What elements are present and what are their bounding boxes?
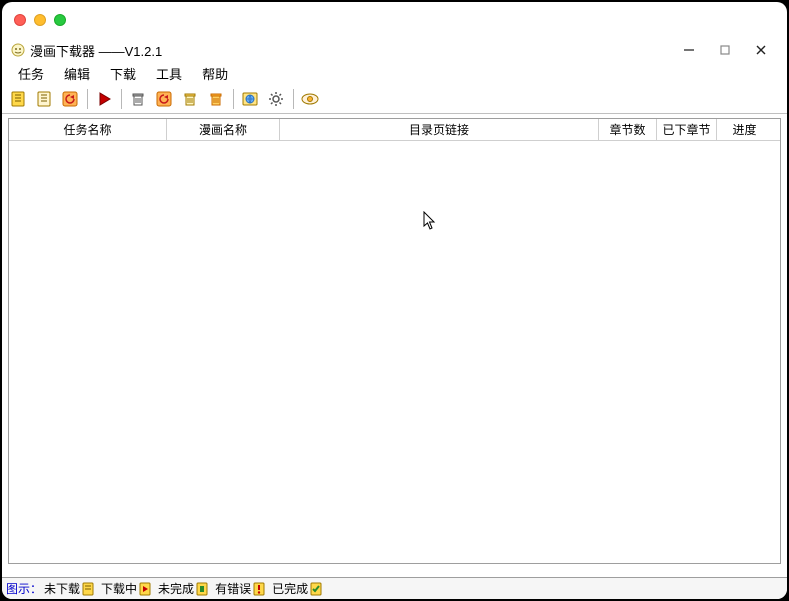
preview-button[interactable] (298, 87, 322, 111)
table-body[interactable] (9, 141, 780, 563)
task-list-button[interactable] (32, 87, 56, 111)
mac-minimize-button[interactable] (34, 14, 46, 26)
delete-button[interactable] (126, 87, 150, 111)
statusbar: 图示： 未下载 下载中 未完成 有错误 已完成 (2, 577, 787, 599)
refresh-button[interactable] (58, 87, 82, 111)
add-task-button[interactable] (6, 87, 30, 111)
legend-incomplete: 未完成 (158, 580, 209, 597)
mac-close-button[interactable] (14, 14, 26, 26)
legend-error: 有错误 (215, 580, 266, 597)
col-catalog-link[interactable]: 目录页链接 (280, 119, 599, 140)
toolbar-separator (230, 87, 236, 111)
app-window: 漫画下载器 ——V1.2.1 任务 编辑 下载 工具 帮助 (2, 2, 787, 599)
col-comic-name[interactable]: 漫画名称 (167, 119, 280, 140)
incomplete-icon (195, 582, 209, 596)
toolbar-separator (290, 87, 296, 111)
toolbar-separator (84, 87, 90, 111)
legend-complete: 已完成 (272, 580, 323, 597)
menubar: 任务 编辑 下载 工具 帮助 (2, 62, 787, 84)
window-title: 漫画下载器 ——V1.2.1 (30, 41, 162, 60)
legend-not-downloaded: 未下载 (44, 580, 95, 597)
error-icon (252, 582, 266, 596)
toolbar (2, 84, 787, 114)
mac-titlebar (2, 2, 787, 38)
legend-downloading: 下载中 (101, 580, 152, 597)
app-icon (10, 42, 26, 58)
menu-download[interactable]: 下载 (100, 62, 146, 85)
task-table: 任务名称 漫画名称 目录页链接 章节数 已下章节 进度 (8, 118, 781, 564)
delete-all-button[interactable] (204, 87, 228, 111)
delete-selected-button[interactable] (178, 87, 202, 111)
settings-button[interactable] (264, 87, 288, 111)
win-titlebar: 漫画下载器 ——V1.2.1 (2, 38, 787, 62)
complete-icon (309, 582, 323, 596)
table-header: 任务名称 漫画名称 目录页链接 章节数 已下章节 进度 (9, 119, 780, 141)
start-button[interactable] (92, 87, 116, 111)
reload-button[interactable] (152, 87, 176, 111)
cursor-icon (423, 211, 439, 231)
mac-zoom-button[interactable] (54, 14, 66, 26)
menu-edit[interactable]: 编辑 (54, 62, 100, 85)
col-chapter-count[interactable]: 章节数 (599, 119, 657, 140)
close-button[interactable] (743, 39, 779, 61)
legend-label: 图示： (6, 580, 42, 597)
col-downloaded-chapters[interactable]: 已下章节 (657, 119, 717, 140)
maximize-button[interactable] (707, 39, 743, 61)
not-downloaded-icon (81, 582, 95, 596)
toolbar-separator (118, 87, 124, 111)
col-task-name[interactable]: 任务名称 (9, 119, 167, 140)
downloading-icon (138, 582, 152, 596)
menu-help[interactable]: 帮助 (192, 62, 238, 85)
menu-tools[interactable]: 工具 (146, 62, 192, 85)
minimize-button[interactable] (671, 39, 707, 61)
col-progress[interactable]: 进度 (717, 119, 772, 140)
menu-task[interactable]: 任务 (8, 62, 54, 85)
browser-button[interactable] (238, 87, 262, 111)
